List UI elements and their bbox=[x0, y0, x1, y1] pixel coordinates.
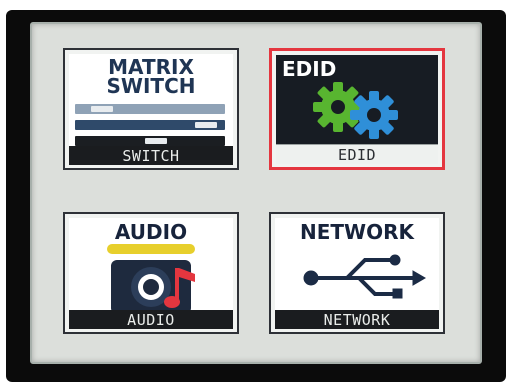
network-tile-label: NETWORK bbox=[275, 310, 439, 329]
audio-tile-title: AUDIO bbox=[114, 220, 188, 244]
edid-tile-label: EDID bbox=[276, 144, 438, 164]
usb-trident-icon bbox=[303, 254, 426, 299]
audio-tile[interactable]: AUDIO AUDIO bbox=[63, 212, 239, 334]
speaker-music-note-icon bbox=[107, 244, 195, 314]
gears-icon bbox=[313, 82, 398, 139]
audio-tile-art: AUDIO bbox=[69, 218, 233, 314]
switch-tile[interactable]: MATRIX SWITCH SWITCH bbox=[63, 48, 239, 170]
audio-tile-label: AUDIO bbox=[69, 310, 233, 329]
switch-tile-title-line2: SWITCH bbox=[106, 74, 196, 98]
edid-tile[interactable]: EDID EDID bbox=[269, 48, 445, 170]
network-tile[interactable]: NETWORK NETWORK bbox=[269, 212, 445, 334]
network-tile-art: NETWORK bbox=[275, 218, 439, 310]
lcd-screen: MATRIX SWITCH SWITCH EDID EDID AUDIO AUD… bbox=[30, 22, 482, 364]
edid-tile-art: EDID bbox=[276, 55, 438, 145]
switch-tile-art: MATRIX SWITCH bbox=[69, 54, 233, 146]
switch-tile-label: SWITCH bbox=[69, 146, 233, 165]
edid-tile-title: EDID bbox=[282, 57, 337, 81]
network-tile-title: NETWORK bbox=[299, 220, 414, 244]
